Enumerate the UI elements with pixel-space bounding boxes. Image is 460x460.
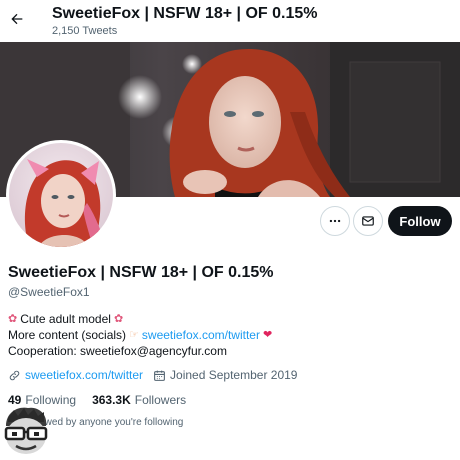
bio-line-1: ✿ Cute adult model ✿ <box>8 311 275 327</box>
avatar-image <box>9 143 113 247</box>
arrow-left-icon <box>11 13 23 25</box>
profile-handle: @SweetieFox1 <box>8 285 90 299</box>
followers-stat[interactable]: 363.3K Followers <box>92 393 186 407</box>
followers-label: Followers <box>134 393 187 407</box>
envelope-icon <box>362 216 374 226</box>
profile-meta: sweetiefox.com/twitter Joined September … <box>8 368 297 382</box>
message-button[interactable] <box>353 206 383 236</box>
bio-line-2: More content (socials) ☞ sweetiefox.com/… <box>8 327 275 343</box>
website-link[interactable]: sweetiefox.com/twitter <box>25 368 143 382</box>
bio-text: More content (socials) <box>8 328 127 342</box>
pointing-hand-icon: ☞ <box>129 329 139 341</box>
back-button[interactable] <box>6 8 28 30</box>
calendar-icon <box>154 370 165 381</box>
nerd-face-logo-icon <box>4 407 48 454</box>
link-icon <box>9 370 20 380</box>
more-horizontal-icon <box>329 219 341 223</box>
flower-icon: ✿ <box>113 313 124 325</box>
followers-count: 363.3K <box>92 393 131 407</box>
bio-link[interactable]: sweetiefox.com/twitter <box>142 327 260 343</box>
flower-icon: ✿ <box>8 313 18 325</box>
bio-line-3: Cooperation: sweetiefox@agencyfur.com <box>8 344 227 358</box>
bio-text: Cute adult model <box>20 312 111 326</box>
page-title: SweetieFox | NSFW 18+ | OF 0.15% <box>52 5 318 22</box>
tweets-count: 2,150 Tweets <box>52 25 118 37</box>
profile-avatar[interactable] <box>6 140 116 250</box>
follow-button[interactable]: Follow <box>388 206 452 236</box>
more-button[interactable] <box>320 206 350 236</box>
joined-date: Joined September 2019 <box>170 368 298 382</box>
profile-display-name: SweetieFox | NSFW 18+ | OF 0.15% <box>8 264 274 281</box>
profile-bio: ✿ Cute adult model ✿ More content (socia… <box>8 311 275 359</box>
heart-icon: ❤ <box>262 329 273 341</box>
top-bar: SweetieFox | NSFW 18+ | OF 0.15% 2,150 T… <box>0 0 460 42</box>
watermark-logo <box>0 404 52 456</box>
